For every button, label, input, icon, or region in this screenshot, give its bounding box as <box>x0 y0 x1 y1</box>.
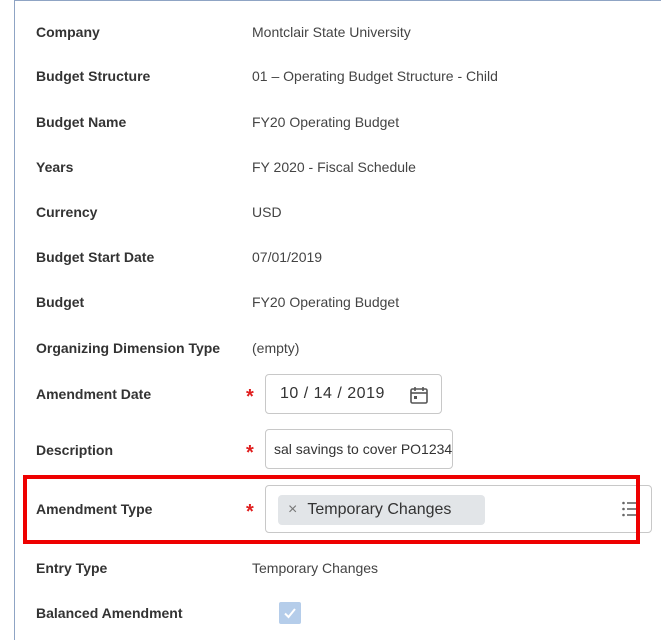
calendar-icon[interactable] <box>409 385 429 405</box>
chip-label: Temporary Changes <box>307 501 452 518</box>
label-company: Company <box>36 24 100 40</box>
row-years: Years FY 2020 - Fiscal Schedule <box>15 152 661 182</box>
description-value: sal savings to cover PO123456 for 12 w <box>274 441 453 457</box>
label-amendment-date: Amendment Date <box>36 386 152 402</box>
value-currency: USD <box>252 204 282 220</box>
label-description: Description <box>36 442 114 458</box>
label-budget-name: Budget Name <box>36 114 127 130</box>
row-budget-name: Budget Name FY20 Operating Budget <box>15 107 661 137</box>
label-budget-start-date: Budget Start Date <box>36 249 155 265</box>
label-years: Years <box>36 159 74 175</box>
label-currency: Currency <box>36 204 98 220</box>
value-budget-start-date: 07/01/2019 <box>252 249 323 265</box>
row-budget-start-date: Budget Start Date 07/01/2019 <box>15 242 661 272</box>
row-budget: Budget FY20 Operating Budget <box>15 287 661 317</box>
row-entry-type: Entry Type Temporary Changes <box>15 553 661 583</box>
value-budget-structure: 01 – Operating Budget Structure - Child <box>252 68 498 84</box>
value-organizing-dimension-type: (empty) <box>252 340 300 356</box>
row-organizing-dimension-type: Organizing Dimension Type (empty) <box>15 333 661 363</box>
amendment-type-chip[interactable]: × Temporary Changes <box>278 495 485 525</box>
value-years: FY 2020 - Fiscal Schedule <box>252 159 416 175</box>
row-budget-structure: Budget Structure 01 – Operating Budget S… <box>15 61 661 91</box>
amendment-date-value: 10 / 14 / 2019 <box>280 385 385 402</box>
row-company: Company Montclair State University <box>15 17 661 47</box>
label-organizing-dimension-type: Organizing Dimension Type <box>36 340 221 356</box>
required-mark: * <box>246 501 254 523</box>
value-budget: FY20 Operating Budget <box>252 294 400 310</box>
amendment-type-input[interactable]: × Temporary Changes <box>265 485 652 533</box>
label-balanced-amendment: Balanced Amendment <box>36 605 183 621</box>
balanced-amendment-checkbox[interactable] <box>279 602 301 624</box>
value-budget-name: FY20 Operating Budget <box>252 114 400 130</box>
label-entry-type: Entry Type <box>36 560 108 576</box>
label-budget-structure: Budget Structure <box>36 68 151 84</box>
row-currency: Currency USD <box>15 197 661 227</box>
value-company: Montclair State University <box>252 24 411 40</box>
required-mark: * <box>246 442 254 464</box>
list-icon[interactable] <box>621 500 639 518</box>
remove-chip-icon[interactable]: × <box>288 501 297 519</box>
check-icon <box>284 608 296 619</box>
row-balanced-amendment: Balanced Amendment <box>15 598 661 628</box>
amendment-date-input[interactable]: 10 / 14 / 2019 <box>265 374 442 414</box>
label-amendment-type: Amendment Type <box>36 501 153 517</box>
value-entry-type: Temporary Changes <box>252 560 379 576</box>
description-input[interactable]: sal savings to cover PO123456 for 12 w <box>265 429 453 469</box>
label-budget: Budget <box>36 294 85 310</box>
budget-amendment-form: Company Montclair State University Budge… <box>14 0 661 640</box>
required-mark: * <box>246 386 254 408</box>
